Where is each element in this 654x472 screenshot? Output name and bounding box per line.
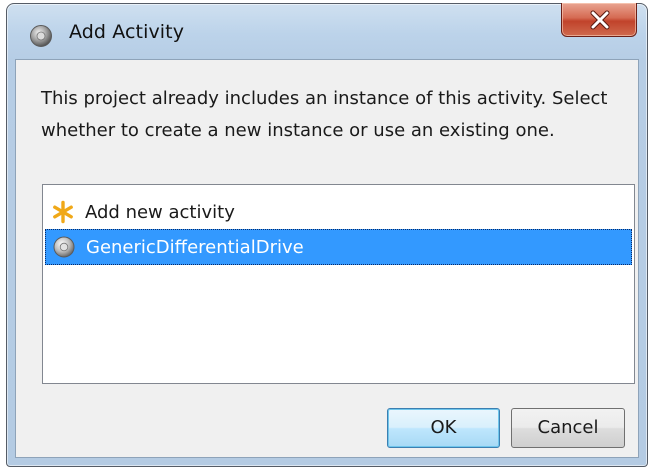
close-button[interactable] xyxy=(561,3,637,37)
add-activity-dialog: Add Activity This project already includ… xyxy=(6,3,648,467)
title-bar[interactable]: Add Activity xyxy=(7,3,647,60)
window-title: Add Activity xyxy=(69,21,185,43)
activity-list[interactable]: Add new activity GenericDifferentialDriv… xyxy=(42,184,635,384)
close-icon xyxy=(590,10,610,30)
dialog-message: This project already includes an instanc… xyxy=(41,88,608,141)
list-item-genericdifferentialdrive[interactable]: GenericDifferentialDrive xyxy=(45,229,632,265)
ok-button[interactable]: OK xyxy=(387,408,500,448)
list-item-add-new-activity[interactable]: Add new activity xyxy=(45,195,632,231)
gear-icon xyxy=(52,235,76,259)
asterisk-icon xyxy=(51,200,75,224)
dialog-body: This project already includes an instanc… xyxy=(15,59,639,458)
gear-icon xyxy=(29,24,53,48)
cancel-button[interactable]: Cancel xyxy=(511,408,625,448)
list-item-label: Add new activity xyxy=(85,202,235,223)
list-item-label: GenericDifferentialDrive xyxy=(86,237,304,258)
